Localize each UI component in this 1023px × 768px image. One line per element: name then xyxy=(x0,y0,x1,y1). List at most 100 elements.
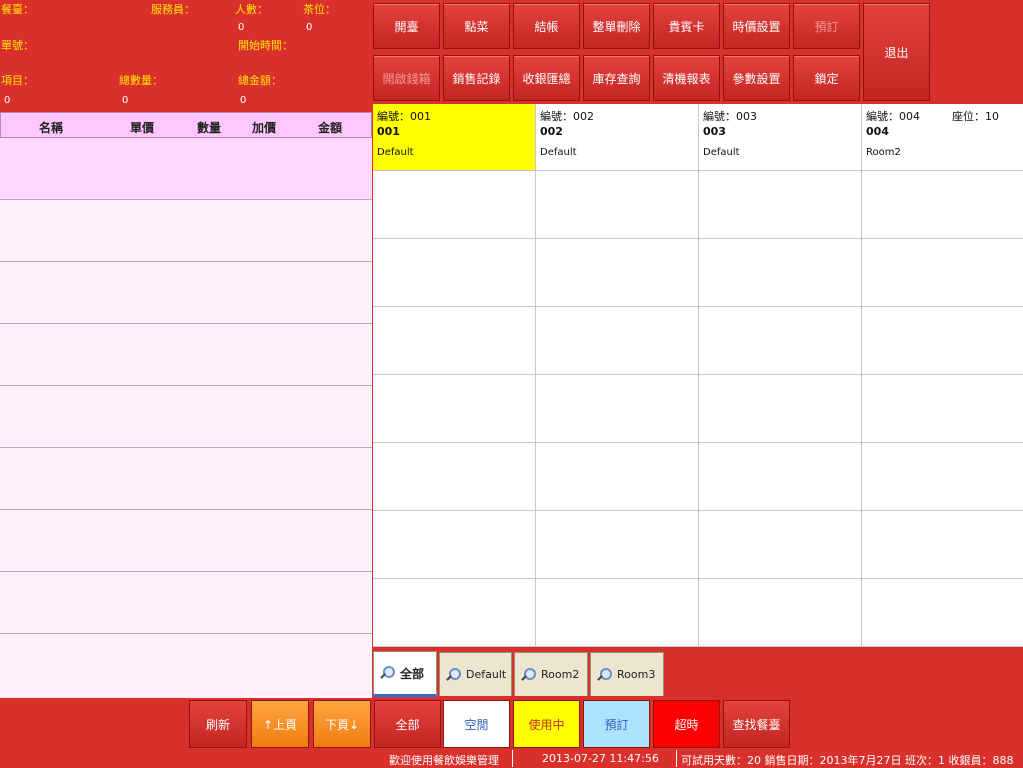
filter-reserved-button[interactable]: 預訂 xyxy=(583,700,650,748)
list-item[interactable] xyxy=(0,448,372,510)
table-slot-empty xyxy=(536,443,699,511)
exit-button[interactable]: 退出 xyxy=(863,3,930,101)
list-item[interactable] xyxy=(0,324,372,386)
tab-all[interactable]: 全部 xyxy=(373,651,437,697)
tea-label: 茶位： xyxy=(303,3,336,16)
col-name: 名稱 xyxy=(39,121,64,135)
col-surcharge: 加價 xyxy=(252,121,277,135)
table-slot-empty xyxy=(373,375,536,443)
table-slot-empty xyxy=(373,307,536,375)
table-card-001[interactable]: 編號：001 001 Default xyxy=(373,104,536,171)
table-slot-empty xyxy=(373,171,536,239)
waiter-label: 服務員： xyxy=(151,3,195,16)
table-slot-empty xyxy=(862,375,1023,443)
table-card-003[interactable]: 編號：003 003 Default xyxy=(699,104,862,171)
table-area: Room2 xyxy=(866,147,901,158)
filter-all-button[interactable]: 全部 xyxy=(374,700,441,748)
table-slot-empty xyxy=(536,239,699,307)
table-slot-empty xyxy=(862,239,1023,307)
tab-room3[interactable]: Room3 xyxy=(590,652,664,696)
table-slot-empty xyxy=(862,171,1023,239)
open-cash-drawer-button[interactable]: 開啟錢箱 xyxy=(373,55,440,101)
order-list[interactable] xyxy=(0,138,372,698)
status-divider xyxy=(676,750,677,767)
list-item[interactable] xyxy=(0,386,372,448)
checkout-button[interactable]: 結帳 xyxy=(513,3,580,49)
table-no: 編號：002 xyxy=(540,110,594,123)
col-qty: 數量 xyxy=(197,121,222,135)
order-no-label: 單號： xyxy=(1,39,34,52)
table-slot-empty xyxy=(699,443,862,511)
tea-value: 0 xyxy=(306,22,313,33)
col-price: 單價 xyxy=(130,121,155,135)
settings-button[interactable]: 參數設置 xyxy=(723,55,790,101)
table-slot-empty xyxy=(536,171,699,239)
room-label: 餐臺： xyxy=(1,3,34,16)
table-slot-empty xyxy=(536,511,699,579)
table-slot-empty xyxy=(373,443,536,511)
cash-summary-button[interactable]: 收銀匯總 xyxy=(513,55,580,101)
table-slot-empty xyxy=(536,579,699,647)
filter-overtime-button[interactable]: 超時 xyxy=(653,700,720,748)
list-item[interactable] xyxy=(0,572,372,634)
lock-button[interactable]: 鎖定 xyxy=(793,55,860,101)
people-value: 0 xyxy=(238,22,245,33)
table-slot-empty xyxy=(536,375,699,443)
table-card-002[interactable]: 編號：002 002 Default xyxy=(536,104,699,171)
open-table-button[interactable]: 開臺 xyxy=(373,3,440,49)
list-item[interactable] xyxy=(0,634,372,698)
table-slot-empty xyxy=(699,579,862,647)
order-dish-button[interactable]: 點菜 xyxy=(443,3,510,49)
total-qty-label: 總數量： xyxy=(119,74,163,87)
order-info-panel: 餐臺： 服務員： 人數： 茶位： 0 0 單號： 開始時間： 項目： 總數量： … xyxy=(0,0,373,112)
filter-inuse-button[interactable]: 使用中 xyxy=(513,700,580,748)
table-slot-empty xyxy=(373,511,536,579)
start-time-label: 開始時間： xyxy=(238,39,293,52)
tab-room2[interactable]: Room2 xyxy=(514,652,588,696)
area-tab-bar: 全部 Default Room2 Room3 xyxy=(373,648,1023,698)
table-slot-empty xyxy=(699,307,862,375)
filter-free-button[interactable]: 空閒 xyxy=(443,700,510,748)
table-slot-empty xyxy=(373,579,536,647)
list-item[interactable] xyxy=(0,200,372,262)
table-card-004[interactable]: 編號：004 座位：10 004 Room2 xyxy=(862,104,1023,171)
page-up-button[interactable]: ↑上頁 xyxy=(251,700,309,748)
table-seat: 座位：10 xyxy=(952,110,999,123)
table-area: Default xyxy=(540,147,577,158)
table-code: 003 xyxy=(703,125,726,138)
reserve-button[interactable]: 預訂 xyxy=(793,3,860,49)
search-icon xyxy=(446,667,461,682)
stock-query-button[interactable]: 庫存查詢 xyxy=(583,55,650,101)
refresh-button[interactable]: 刷新 xyxy=(189,700,247,748)
table-code: 002 xyxy=(540,125,563,138)
table-slot-empty xyxy=(862,579,1023,647)
table-slot-empty xyxy=(699,375,862,443)
table-slot-empty xyxy=(536,307,699,375)
list-item[interactable] xyxy=(0,138,372,200)
page-down-button[interactable]: 下頁↓ xyxy=(313,700,371,748)
time-price-button[interactable]: 時價設置 xyxy=(723,3,790,49)
table-no: 編號：004 xyxy=(866,110,920,123)
search-icon xyxy=(521,667,536,682)
sales-record-button[interactable]: 銷售記錄 xyxy=(443,55,510,101)
total-amount-value: 0 xyxy=(240,95,247,106)
table-slot-empty xyxy=(373,239,536,307)
list-item[interactable] xyxy=(0,510,372,572)
table-grid: 編號：001 001 Default 編號：002 002 Default 編號… xyxy=(373,104,1023,647)
trial-text: 可試用天數：20 銷售日期：2013年7月27日 班次：1 收銀員：888 xyxy=(681,754,1014,767)
table-slot-empty xyxy=(862,511,1023,579)
total-amount-label: 總金額： xyxy=(238,74,282,87)
table-slot-empty xyxy=(862,443,1023,511)
table-no: 編號：001 xyxy=(377,110,431,123)
table-slot-empty xyxy=(699,511,862,579)
clear-report-button[interactable]: 清機報表 xyxy=(653,55,720,101)
search-icon xyxy=(597,667,612,682)
search-icon xyxy=(380,666,395,680)
vip-card-button[interactable]: 貴賓卡 xyxy=(653,3,720,49)
people-label: 人數： xyxy=(235,3,268,16)
col-amount: 金額 xyxy=(318,121,343,135)
tab-default[interactable]: Default xyxy=(439,652,512,696)
delete-order-button[interactable]: 整單刪除 xyxy=(583,3,650,49)
list-item[interactable] xyxy=(0,262,372,324)
find-table-button[interactable]: 查找餐臺 xyxy=(723,700,790,748)
